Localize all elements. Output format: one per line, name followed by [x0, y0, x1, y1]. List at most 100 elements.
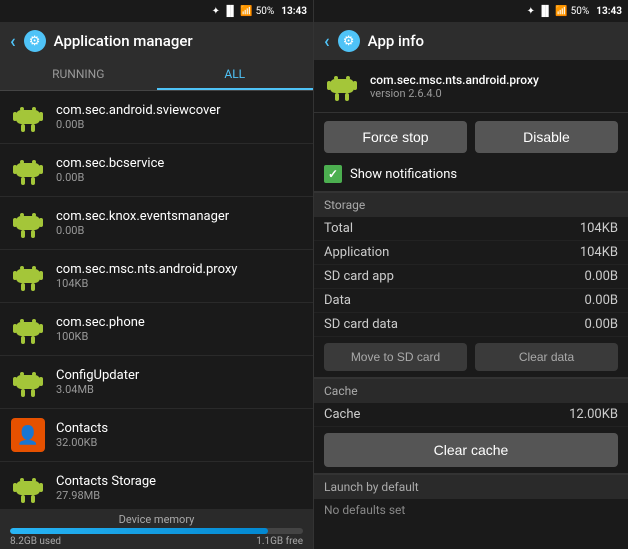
app-info: com.sec.knox.eventsmanager 0.00B [56, 209, 303, 237]
app-icon [10, 364, 46, 400]
back-button[interactable]: ‹ [10, 31, 16, 52]
app-version: version 2.6.4.0 [370, 87, 539, 100]
launch-default-text: No defaults set [314, 499, 628, 521]
left-status-bar: ✦ ▐▌ 📶 50% 13:43 [0, 0, 313, 22]
memory-labels: 8.2GB used 1.1GB free [10, 536, 303, 547]
app-size: 0.00B [56, 224, 303, 237]
app-manager-header: ‹ ⚙ Application manager [0, 22, 313, 60]
storage-total-row: Total 104KB [314, 217, 628, 241]
bluetooth-icon: ✦ [212, 6, 220, 17]
app-icon [10, 470, 46, 506]
storage-sdapp-value: 0.00B [585, 269, 618, 284]
settings-icon: ⚙ [338, 30, 360, 52]
storage-sddata-row: SD card data 0.00B [314, 313, 628, 337]
tab-running[interactable]: RUNNING [0, 60, 157, 90]
list-item[interactable]: com.sec.phone 100KB [0, 303, 313, 356]
app-name: ConfigUpdater [56, 368, 303, 383]
app-package-name: com.sec.msc.nts.android.proxy [370, 73, 539, 87]
right-time: 13:43 [596, 6, 622, 17]
storage-section-header: Storage [314, 192, 628, 217]
action-buttons: Force stop Disable [314, 113, 628, 161]
storage-data-row: Data 0.00B [314, 289, 628, 313]
device-memory-section: Device memory 8.2GB used 1.1GB free [0, 509, 313, 549]
app-package-text: com.sec.msc.nts.android.proxy version 2.… [370, 73, 539, 100]
signal-icon: ▐▌ [538, 6, 552, 17]
storage-action-buttons: Move to SD card Clear data [314, 337, 628, 378]
app-name: com.sec.android.sviewcover [56, 103, 303, 118]
list-item[interactable]: com.sec.knox.eventsmanager 0.00B [0, 197, 313, 250]
app-size: 32.00KB [56, 436, 303, 449]
right-panel: ✦ ▐▌ 📶 50% 13:43 ‹ ⚙ App info com.sec.ms… [314, 0, 628, 549]
storage-data-label: Data [324, 293, 351, 308]
app-manager-title: Application manager [54, 32, 193, 50]
list-item[interactable]: Contacts Storage 27.98MB [0, 462, 313, 509]
app-name: com.sec.knox.eventsmanager [56, 209, 303, 224]
storage-application-row: Application 104KB [314, 241, 628, 265]
disable-button[interactable]: Disable [475, 121, 618, 153]
tab-all[interactable]: ALL [157, 60, 314, 90]
signal-icon: ▐▌ [223, 6, 237, 17]
force-stop-button[interactable]: Force stop [324, 121, 467, 153]
memory-progress-bar [10, 528, 303, 534]
clear-data-button[interactable]: Clear data [475, 343, 618, 371]
cache-section-header: Cache [314, 378, 628, 403]
cache-action-buttons: Clear cache [314, 427, 628, 474]
cache-row: Cache 12.00KB [314, 403, 628, 427]
storage-sddata-label: SD card data [324, 317, 398, 332]
app-name: Contacts Storage [56, 474, 303, 489]
show-notifications-row[interactable]: ✓ Show notifications [314, 161, 628, 192]
app-name: com.sec.msc.nts.android.proxy [56, 262, 303, 277]
notifications-label: Show notifications [350, 167, 457, 182]
list-item[interactable]: com.sec.msc.nts.android.proxy 104KB [0, 250, 313, 303]
storage-data-value: 0.00B [585, 293, 618, 308]
memory-free: 1.1GB free [256, 536, 303, 547]
list-item[interactable]: ConfigUpdater 3.04MB [0, 356, 313, 409]
launch-default-header: Launch by default [314, 474, 628, 499]
memory-used: 8.2GB used [10, 536, 61, 547]
app-name: com.sec.bcservice [56, 156, 303, 171]
app-info-header: ‹ ⚙ App info [314, 22, 628, 60]
app-list: com.sec.android.sviewcover 0.00B com.sec… [0, 91, 313, 509]
app-icon [10, 311, 46, 347]
package-app-icon [324, 68, 360, 104]
left-time: 13:43 [281, 6, 307, 17]
move-to-sd-button[interactable]: Move to SD card [324, 343, 467, 371]
list-item[interactable]: com.sec.android.sviewcover 0.00B [0, 91, 313, 144]
wifi-icon: 📶 [240, 6, 252, 17]
clear-cache-button[interactable]: Clear cache [324, 433, 618, 467]
cache-value: 12.00KB [569, 407, 618, 422]
list-item[interactable]: 👤 Contacts 32.00KB [0, 409, 313, 462]
app-info: Contacts Storage 27.98MB [56, 474, 303, 502]
storage-application-label: Application [324, 245, 389, 260]
app-info: ConfigUpdater 3.04MB [56, 368, 303, 396]
app-list-tabs: RUNNING ALL [0, 60, 313, 91]
storage-application-value: 104KB [580, 245, 618, 260]
app-size: 0.00B [56, 171, 303, 184]
storage-total-label: Total [324, 221, 353, 236]
app-info: com.sec.msc.nts.android.proxy 104KB [56, 262, 303, 290]
right-status-bar: ✦ ▐▌ 📶 50% 13:43 [314, 0, 628, 22]
app-size: 100KB [56, 330, 303, 343]
wifi-icon: 📶 [555, 6, 567, 17]
app-name: com.sec.phone [56, 315, 303, 330]
notifications-checkbox[interactable]: ✓ [324, 165, 342, 183]
storage-sddata-value: 0.00B [585, 317, 618, 332]
app-icon: 👤 [10, 417, 46, 453]
left-panel: ✦ ▐▌ 📶 50% 13:43 ‹ ⚙ Application manager… [0, 0, 314, 549]
app-package-info: com.sec.msc.nts.android.proxy version 2.… [314, 60, 628, 113]
storage-total-value: 104KB [580, 221, 618, 236]
app-icon [10, 152, 46, 188]
back-button[interactable]: ‹ [324, 31, 330, 52]
list-item[interactable]: com.sec.bcservice 0.00B [0, 144, 313, 197]
app-info: com.sec.phone 100KB [56, 315, 303, 343]
app-icon [10, 258, 46, 294]
app-size: 0.00B [56, 118, 303, 131]
app-size: 27.98MB [56, 489, 303, 502]
contacts-app-icon: 👤 [11, 418, 45, 452]
app-info: com.sec.android.sviewcover 0.00B [56, 103, 303, 131]
memory-fill [10, 528, 268, 534]
app-icon [10, 99, 46, 135]
battery-text: 50% [256, 6, 275, 17]
app-name: Contacts [56, 421, 303, 436]
cache-label: Cache [324, 407, 360, 422]
